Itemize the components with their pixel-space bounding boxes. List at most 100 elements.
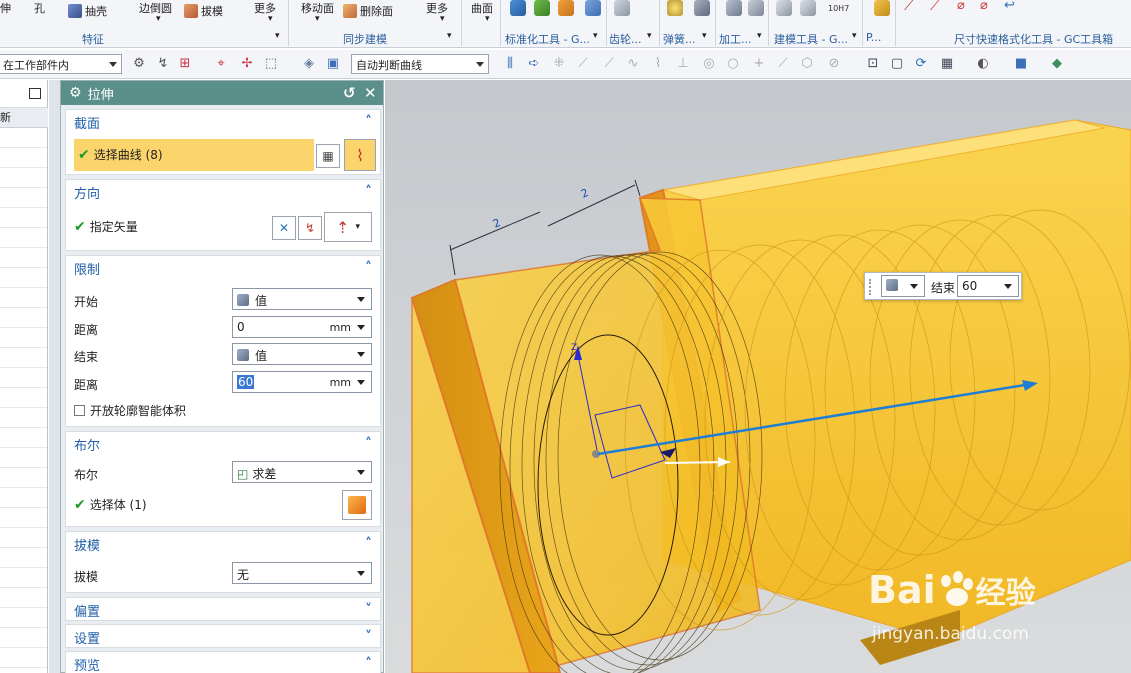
offset-header[interactable]: 偏置 ˅ <box>66 598 380 622</box>
vector-type-dropdown[interactable]: ⇡ ▾ <box>324 212 372 242</box>
modeling-tool-icon[interactable] <box>776 0 792 16</box>
close-icon[interactable]: ✕ <box>364 84 377 102</box>
end-type-mini-select[interactable] <box>881 275 925 297</box>
add-selection-icon[interactable]: ⊞ <box>178 57 192 71</box>
draft-button[interactable]: 拔模 <box>184 3 223 19</box>
chevron-down-icon[interactable]: ˅ <box>365 602 372 618</box>
fit-view-icon[interactable]: ⊡ <box>866 57 880 71</box>
fit-tolerance-badge[interactable]: 10H7 <box>828 4 849 13</box>
list-item[interactable] <box>0 368 47 388</box>
drag-handle-icon[interactable] <box>869 279 873 295</box>
end-distance-input[interactable]: 60 mm <box>232 371 372 393</box>
list-item[interactable] <box>0 148 47 168</box>
gear-tool-icon[interactable] <box>614 0 630 16</box>
end-type-select[interactable]: 值 <box>232 343 372 365</box>
chevron-down-icon[interactable]: ▾ <box>447 31 452 41</box>
list-item[interactable] <box>0 588 47 608</box>
list-item[interactable] <box>0 388 47 408</box>
body-rule-icon[interactable]: ▣ <box>326 57 340 71</box>
chevron-up-icon[interactable]: ˄ <box>365 436 372 452</box>
chevron-down-icon[interactable]: ▾ <box>275 31 280 41</box>
zoom-view-icon[interactable]: ▢ <box>890 57 904 71</box>
rotate-view-icon[interactable]: ⟳ <box>914 57 928 71</box>
list-item[interactable] <box>0 568 47 588</box>
standard-fastener-icon[interactable] <box>558 0 574 16</box>
curve-snap-icon[interactable]: ⌇ <box>651 57 665 71</box>
spring-setting-icon[interactable] <box>694 0 710 16</box>
vector-dialog-button[interactable]: ↯ <box>298 216 322 240</box>
machining-setting-icon[interactable] <box>748 0 764 16</box>
list-item[interactable] <box>0 328 47 348</box>
snap-point-icon[interactable]: ⁜ <box>552 57 566 71</box>
list-item[interactable] <box>0 268 47 288</box>
list-item[interactable] <box>0 188 47 208</box>
chevron-down-icon[interactable]: ▾ <box>702 31 707 41</box>
chevron-down-icon[interactable]: ▾ <box>647 31 652 41</box>
chevron-up-icon[interactable]: ˄ <box>365 184 372 200</box>
face-snap-icon[interactable]: ⬡ <box>800 57 814 71</box>
shaded-icon[interactable]: ■ <box>1014 57 1028 71</box>
display-icon[interactable]: ◆ <box>1050 57 1064 71</box>
reset-icon[interactable]: ↺ <box>343 84 356 102</box>
list-item[interactable] <box>0 348 47 368</box>
chevron-down-icon[interactable]: ▾ <box>315 14 320 24</box>
specify-vector-row[interactable]: ✔ 指定矢量 <box>74 218 138 235</box>
chevron-down-icon[interactable]: ˅ <box>365 629 372 645</box>
limits-header[interactable]: 限制 ˄ <box>66 256 380 280</box>
spring-tool-icon[interactable] <box>667 0 683 16</box>
list-item[interactable] <box>0 468 47 488</box>
chevron-up-icon[interactable]: ˄ <box>365 656 372 672</box>
list-item[interactable] <box>0 288 47 308</box>
dimension-tool-2-icon[interactable]: ⟋ <box>930 0 940 14</box>
direction-header[interactable]: 方向 ˄ <box>66 180 380 204</box>
select-body-row[interactable]: ✔ 选择体 (1) <box>74 496 147 513</box>
draft-type-select[interactable]: 无 <box>232 562 372 584</box>
render-style-icon[interactable]: ◐ <box>976 57 990 71</box>
open-profile-checkbox[interactable]: 开放轮廓智能体积 <box>74 402 186 419</box>
chevron-down-icon[interactable]: ▾ <box>440 14 445 24</box>
perpendicular-snap-icon[interactable]: ⊥ <box>676 57 690 71</box>
list-item[interactable] <box>0 448 47 468</box>
tangent-snap-icon[interactable]: ⟋ <box>776 57 790 71</box>
maximize-icon[interactable] <box>29 88 41 99</box>
select-all-icon[interactable]: ↯ <box>156 57 170 71</box>
chevron-up-icon[interactable]: ˄ <box>365 114 372 130</box>
boolean-header[interactable]: 布尔 ˄ <box>66 432 380 456</box>
center-snap-icon[interactable]: ◎ <box>702 57 716 71</box>
boolean-type-select[interactable]: ◰ 求差 <box>232 461 372 483</box>
curve-rule-select[interactable]: 自动判断曲线 <box>351 54 489 74</box>
select-body-button[interactable] <box>342 490 372 520</box>
list-item[interactable] <box>0 648 47 668</box>
select-curve-row[interactable]: ✔ 选择曲线 (8) <box>74 139 314 171</box>
p-tool-icon[interactable] <box>874 0 890 16</box>
chevron-up-icon[interactable]: ˄ <box>365 536 372 552</box>
list-item[interactable] <box>0 308 47 328</box>
dimension-tool-icon[interactable]: ⟋ <box>904 0 914 14</box>
filter-icon[interactable]: ⚙ <box>132 57 146 71</box>
list-item[interactable] <box>0 228 47 248</box>
draft-header[interactable]: 拔模 ˄ <box>66 532 380 556</box>
standard-hole-icon[interactable] <box>585 0 601 16</box>
follow-icon[interactable]: ➪ <box>527 57 541 71</box>
section-header[interactable]: 截面 ˄ <box>66 110 380 134</box>
chevron-down-icon[interactable]: ▾ <box>268 14 273 24</box>
face-rule-icon[interactable]: ◈ <box>302 57 316 71</box>
list-item[interactable] <box>0 628 47 648</box>
list-item[interactable] <box>0 208 47 228</box>
list-item[interactable] <box>0 548 47 568</box>
list-item[interactable] <box>0 488 47 508</box>
chevron-down-icon[interactable]: ▾ <box>156 14 161 24</box>
hole-button[interactable]: 孔 <box>34 0 45 16</box>
machining-tool-icon[interactable] <box>726 0 742 16</box>
sketch-section-button[interactable]: ▦ <box>316 144 340 168</box>
reset-snap-icon[interactable]: ⊘ <box>827 57 841 71</box>
arc-snap-icon[interactable]: ⟋ <box>602 57 616 71</box>
list-item[interactable] <box>0 248 47 268</box>
settings-header[interactable]: 设置 ˅ <box>66 625 380 649</box>
selection-scope-select[interactable]: 在工作部件内 <box>0 54 122 74</box>
chevron-down-icon[interactable]: ▾ <box>485 14 490 24</box>
navigator-column-header[interactable]: 新 <box>0 108 48 128</box>
shell-button[interactable]: 抽壳 <box>68 3 107 19</box>
list-item[interactable] <box>0 508 47 528</box>
snap-icon[interactable]: ⌖ <box>214 57 228 71</box>
